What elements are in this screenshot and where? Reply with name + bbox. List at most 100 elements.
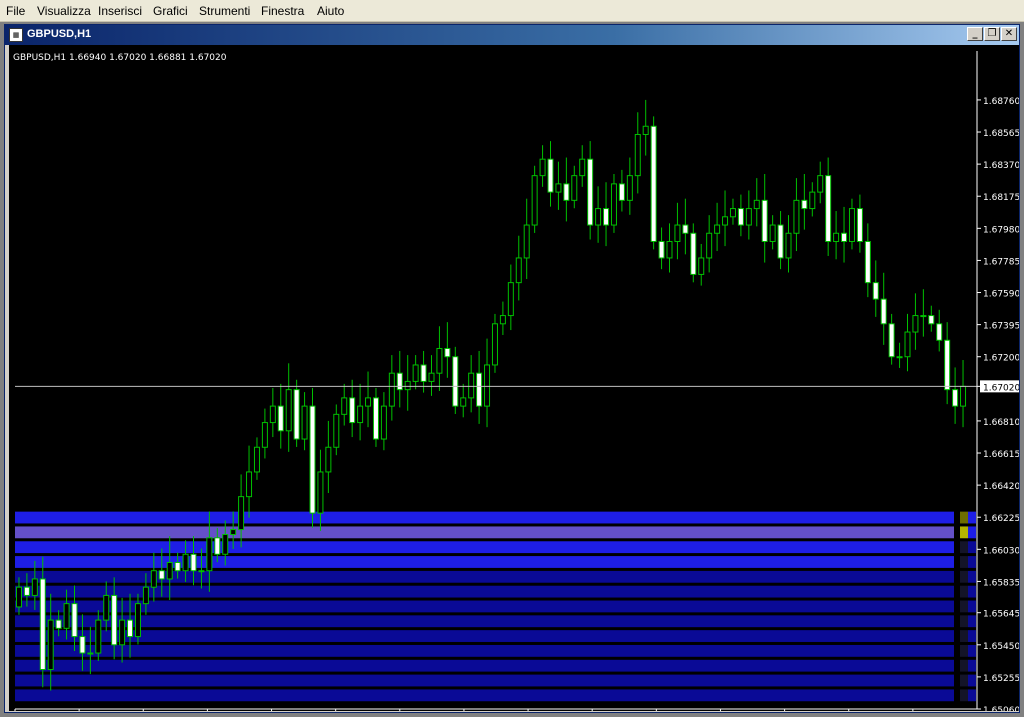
profile-band-marker [960,556,968,568]
profile-band-marker [968,689,976,702]
candle-body [357,405,364,424]
candle-body [380,405,387,440]
menu-grafici[interactable]: Grafici [153,4,188,18]
minimize-icon[interactable]: _ [967,27,983,41]
candle-body [468,372,475,399]
candle-body [936,323,943,341]
y-tick-label: 1.66420 [983,482,1019,492]
candle-body [103,594,110,621]
candle-body [206,537,213,572]
candle-body [198,570,205,573]
close-icon[interactable]: ✕ [1001,27,1017,41]
candle-body [31,578,38,596]
menu-file[interactable]: File [6,4,25,18]
candle-body [325,446,332,473]
candle-body [127,619,134,638]
profile-band [15,600,954,613]
profile-band-marker [968,615,976,628]
candle-body [301,405,308,440]
candle-body [190,553,197,572]
candle-body [261,422,268,448]
y-tick-label: 1.65060 [983,706,1019,711]
y-tick-label: 1.67980 [983,225,1019,235]
candle-body [499,315,506,325]
profile-band-marker [960,674,968,687]
candle-body [87,652,94,655]
menu-finestra[interactable]: Finestra [261,4,304,18]
candle-body [166,561,173,580]
candle-body [539,158,546,177]
profile-band-marker [968,600,976,613]
candle-body [150,570,157,588]
y-tick-label: 1.68565 [983,129,1019,139]
candle-body [134,603,141,638]
y-tick-label: 1.67395 [983,322,1019,332]
candle-body [365,397,372,407]
chart-area[interactable]: 1.68760 1.68565 1.68370 1.68175 1.67980 1.677… [9,45,1019,711]
candle-body [372,397,379,440]
candle-body [610,183,617,226]
candle-body [666,240,673,259]
candle-body [71,603,78,638]
candle-body [555,183,562,193]
candle-body [737,208,744,226]
y-tick-label: 1.68760 [983,97,1019,107]
menu-visualizza[interactable]: Visualizza [37,4,91,18]
y-tick-label: 1.65645 [983,610,1019,620]
profile-band [15,630,954,642]
candle-body [872,282,879,300]
profile-band-marker [968,659,976,672]
candle-body [571,175,578,201]
candle-body [349,397,356,424]
candle-body [658,240,665,259]
candle-body [412,364,419,382]
profile-band-marker [968,541,976,554]
candle-body [825,175,832,242]
profile-band-marker [968,556,976,568]
candle-body [341,397,348,415]
candle-body [491,323,498,366]
profile-band-marker [960,644,968,657]
restore-icon[interactable]: ❐ [984,27,1000,41]
y-tick-label: 1.65450 [983,642,1019,652]
menu-aiuto[interactable]: Aiuto [317,4,344,18]
y-tick-label: 1.67200 [983,354,1019,364]
candle-body [745,208,752,226]
candle-body [634,133,641,177]
candle-body [142,586,149,605]
profile-band-marker [960,541,968,554]
profile-band [15,659,954,672]
candle-body [444,347,451,358]
menu-strumenti[interactable]: Strumenti [199,4,250,18]
candle-body [848,208,855,242]
candle-body [507,282,514,317]
candle-body [856,208,863,242]
candle-body [246,471,253,498]
candle-body [388,372,395,407]
candle-body [39,578,46,670]
candle-body [214,537,221,555]
candle-body [706,232,713,259]
candle-body [595,208,602,226]
candle-body [396,372,403,391]
candle-body [698,257,705,275]
profile-band-marker [960,659,968,672]
window-titlebar[interactable]: ▦ GBPUSD,H1 _ ❐ ✕ [5,25,1019,45]
candle-body [476,372,483,407]
menu-inserisci[interactable]: Inserisci [98,4,142,18]
candle-body [650,125,657,242]
profile-band-marker [960,526,968,539]
candle-body [904,331,911,358]
candle-body [626,175,633,201]
candle-body [603,208,610,226]
candle-body [801,199,808,210]
candlestick-chart[interactable]: 1.68760 1.68565 1.68370 1.68175 1.67980 1.677… [9,45,1019,711]
profile-band-marker [968,570,976,583]
profile-band [15,526,954,539]
candle-body [817,175,824,193]
candle-body [15,586,22,608]
candle-body [960,385,967,407]
candle-body [23,586,30,596]
window-title: GBPUSD,H1 [27,28,92,40]
candle-body [222,534,229,555]
